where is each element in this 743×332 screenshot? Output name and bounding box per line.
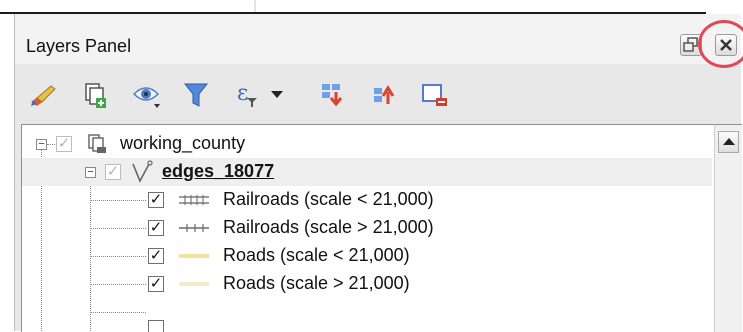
svg-text:ε: ε	[237, 81, 248, 106]
window-divider	[254, 0, 256, 12]
arrow-up-icon	[723, 138, 735, 145]
group-icon	[88, 134, 106, 153]
collapse-toggle[interactable]: −	[85, 167, 96, 178]
tree-row-rule-partial[interactable]	[22, 298, 712, 332]
filter-funnel-icon	[183, 83, 209, 107]
tree-row-rule[interactable]: ✓ Railroads (scale < 21,000)	[22, 186, 712, 214]
road-yellow-symbol	[179, 254, 209, 258]
rule-checkbox[interactable]	[148, 320, 164, 332]
tree-scrollbar[interactable]	[714, 124, 742, 332]
line-layer-icon	[132, 160, 153, 183]
style-brush-icon	[31, 85, 56, 106]
layers-toolbar: ε	[15, 70, 741, 118]
collapse-all-icon	[374, 85, 395, 104]
layer-checkbox[interactable]: ✓	[105, 164, 121, 180]
layer-tree: − ✓ working_county − ✓ edges_18077 ✓ Rai…	[21, 124, 714, 332]
expand-all-button[interactable]	[317, 80, 351, 110]
collapse-toggle[interactable]: −	[36, 139, 47, 150]
tree-row-layer[interactable]: − ✓ edges_18077	[22, 158, 712, 186]
expression-filter-button[interactable]: ε	[233, 80, 293, 110]
rail-single-symbol	[179, 224, 209, 232]
expand-all-icon	[322, 84, 343, 107]
rule-checkbox[interactable]: ✓	[148, 276, 164, 292]
group-checkbox[interactable]: ✓	[56, 136, 72, 152]
rule-label: Roads (scale > 21,000)	[223, 273, 410, 293]
highlight-circle	[698, 20, 743, 68]
rule-label: Railroads (scale < 21,000)	[223, 189, 434, 209]
expression-filter-icon: ε	[237, 81, 283, 107]
visibility-button[interactable]	[130, 80, 164, 110]
rule-label: Railroads (scale > 21,000)	[223, 217, 434, 237]
rail-double-symbol	[179, 195, 209, 205]
filter-button[interactable]	[180, 80, 214, 110]
tree-row-rule[interactable]: ✓ Railroads (scale > 21,000)	[22, 214, 712, 242]
visibility-eye-icon	[132, 87, 160, 108]
group-label: working_county	[120, 133, 246, 153]
rule-checkbox[interactable]: ✓	[148, 248, 164, 264]
tree-row-group[interactable]: − ✓ working_county	[22, 130, 712, 158]
remove-layer-icon	[422, 84, 447, 106]
panel-title: Layers Panel	[26, 36, 132, 56]
remove-layer-button[interactable]	[419, 80, 453, 110]
layers-panel: Layers Panel ε − ✓ working_county − ✓ ed…	[14, 14, 743, 332]
panel-titlebar: Layers Panel	[15, 14, 743, 68]
add-group-button[interactable]	[77, 80, 111, 110]
rule-checkbox[interactable]: ✓	[148, 220, 164, 236]
road-pale-symbol	[179, 282, 209, 286]
collapse-all-button[interactable]	[369, 80, 403, 110]
style-brush-button[interactable]	[25, 80, 59, 110]
add-group-icon	[85, 83, 106, 108]
scroll-up-button[interactable]	[718, 131, 739, 153]
window-top-strip	[0, 0, 743, 12]
rule-checkbox[interactable]: ✓	[148, 192, 164, 208]
tree-row-rule[interactable]: ✓ Roads (scale > 21,000)	[22, 270, 712, 298]
layer-label: edges_18077	[162, 161, 275, 181]
rule-label: Roads (scale < 21,000)	[223, 245, 410, 265]
tree-row-rule[interactable]: ✓ Roads (scale < 21,000)	[22, 242, 712, 270]
